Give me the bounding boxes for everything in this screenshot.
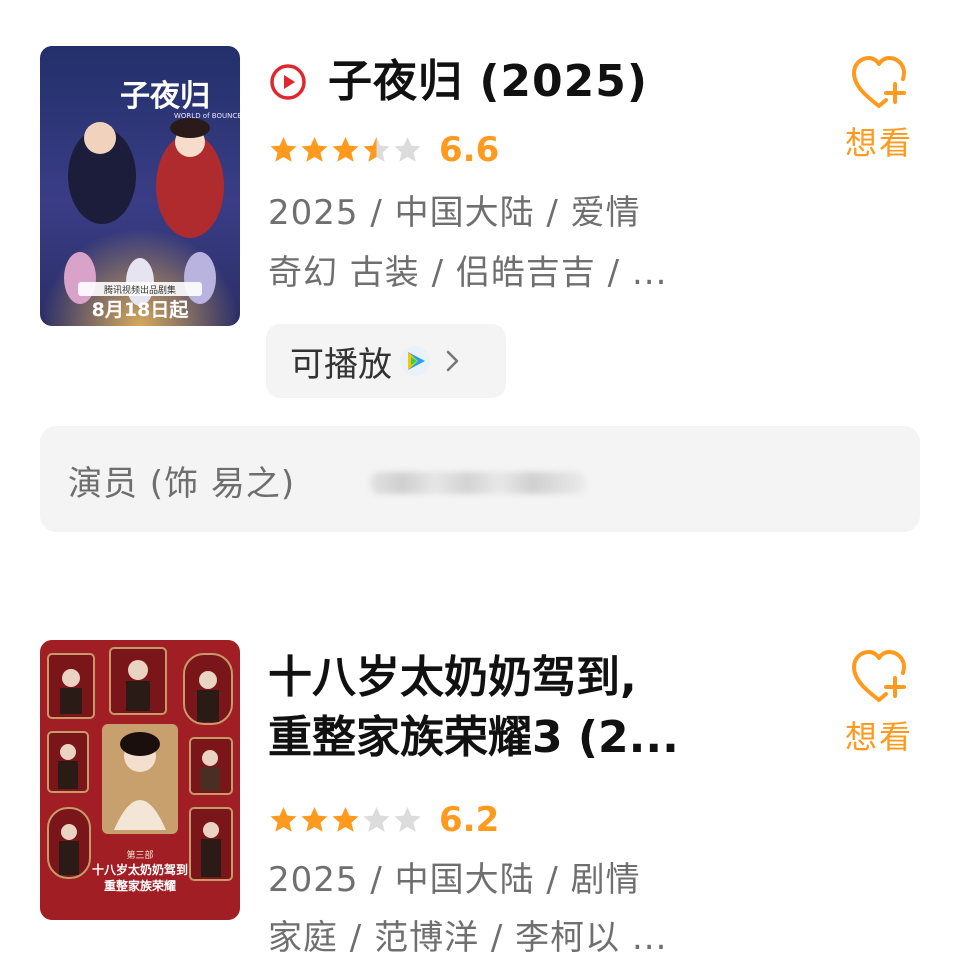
star-icon	[332, 807, 359, 832]
want-to-watch-button[interactable]: 想看	[838, 646, 920, 758]
result-title[interactable]: 十八岁太奶奶驾到, 重整家族荣耀3 (2...	[268, 648, 679, 768]
want-label: 想看	[844, 718, 913, 756]
rating-row: 6.2	[268, 800, 499, 840]
result-card[interactable]: 第三部 十八岁太奶奶驾到 重整家族荣耀 十八岁太奶奶驾到, 重整家族荣耀3 (2…	[0, 0, 960, 960]
star-icon	[270, 807, 297, 832]
meta-line: 2025 / 中国大陆 / 剧情	[268, 860, 641, 900]
meta-line: 家庭 / 范博洋 / 李柯以 ...	[268, 918, 668, 958]
poster-title-art: 重整家族荣耀	[104, 878, 176, 893]
result-title-line: 重整家族荣耀3 (2...	[268, 712, 679, 763]
heart-plus-icon	[852, 650, 906, 702]
result-title-line: 十八岁太奶奶驾到,	[268, 652, 637, 703]
poster-title-art: 十八岁太奶奶驾到	[92, 862, 188, 877]
star-rating	[268, 805, 423, 835]
star-icon	[301, 807, 328, 832]
score: 6.2	[439, 800, 500, 840]
star-empty-icon	[363, 807, 390, 832]
poster-season: 第三部	[126, 849, 153, 861]
star-empty-icon	[394, 807, 421, 832]
poster-image[interactable]: 第三部 十八岁太奶奶驾到 重整家族荣耀	[40, 640, 240, 920]
